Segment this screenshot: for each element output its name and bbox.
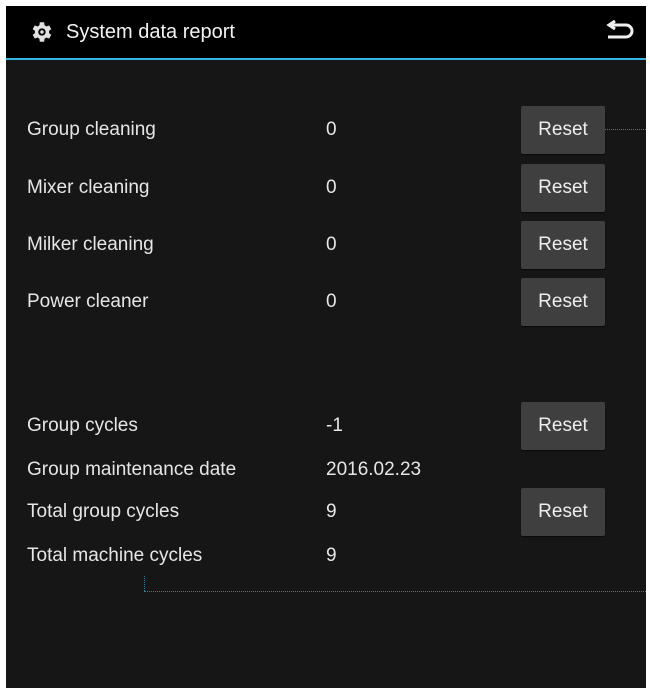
title-bar: System data report [6,6,646,60]
dotted-guide-line-left [144,576,145,591]
row-total-group-cycles: Total group cycles 9 Reset [6,488,646,536]
total-group-cycles-value: 9 [326,501,337,522]
power-cleaner-label: Power cleaner [27,291,149,312]
row-group-cleaning: Group cleaning 0 Reset [6,106,646,154]
group-maintenance-date-value: 2016.02.23 [326,459,422,480]
row-total-machine-cycles: Total machine cycles 9 [6,532,646,580]
group-cycles-label: Group cycles [27,415,138,436]
gear-icon [32,22,52,42]
dotted-guide-line-top [605,129,646,130]
row-group-maintenance-date: Group maintenance date 2016.02.23 [6,446,646,494]
total-machine-cycles-value: 9 [326,545,337,566]
reset-group-cleaning-button[interactable]: Reset [521,106,605,154]
back-arrow-icon[interactable] [602,18,636,46]
page-title: System data report [66,21,235,43]
row-mixer-cleaning: Mixer cleaning 0 Reset [6,164,646,212]
reset-mixer-cleaning-button[interactable]: Reset [521,164,605,212]
group-maintenance-date-label: Group maintenance date [27,459,237,480]
group-cleaning-label: Group cleaning [27,119,156,140]
system-data-report-screen: System data report Group cleaning 0 Rese… [6,6,646,688]
power-cleaner-value: 0 [326,291,337,312]
group-cleaning-value: 0 [326,119,337,140]
total-machine-cycles-label: Total machine cycles [27,545,203,566]
reset-total-group-cycles-button[interactable]: Reset [521,488,605,536]
milker-cleaning-value: 0 [326,234,337,255]
row-milker-cleaning: Milker cleaning 0 Reset [6,221,646,269]
reset-group-cycles-button[interactable]: Reset [521,402,605,450]
reset-power-cleaner-button[interactable]: Reset [521,278,605,326]
group-cycles-value: -1 [326,415,343,436]
mixer-cleaning-label: Mixer cleaning [27,177,150,198]
dotted-guide-line-bottom [144,591,646,592]
total-group-cycles-label: Total group cycles [27,501,180,522]
reset-milker-cleaning-button[interactable]: Reset [521,221,605,269]
row-power-cleaner: Power cleaner 0 Reset [6,278,646,326]
row-group-cycles: Group cycles -1 Reset [6,402,646,450]
milker-cleaning-label: Milker cleaning [27,234,154,255]
mixer-cleaning-value: 0 [326,177,337,198]
